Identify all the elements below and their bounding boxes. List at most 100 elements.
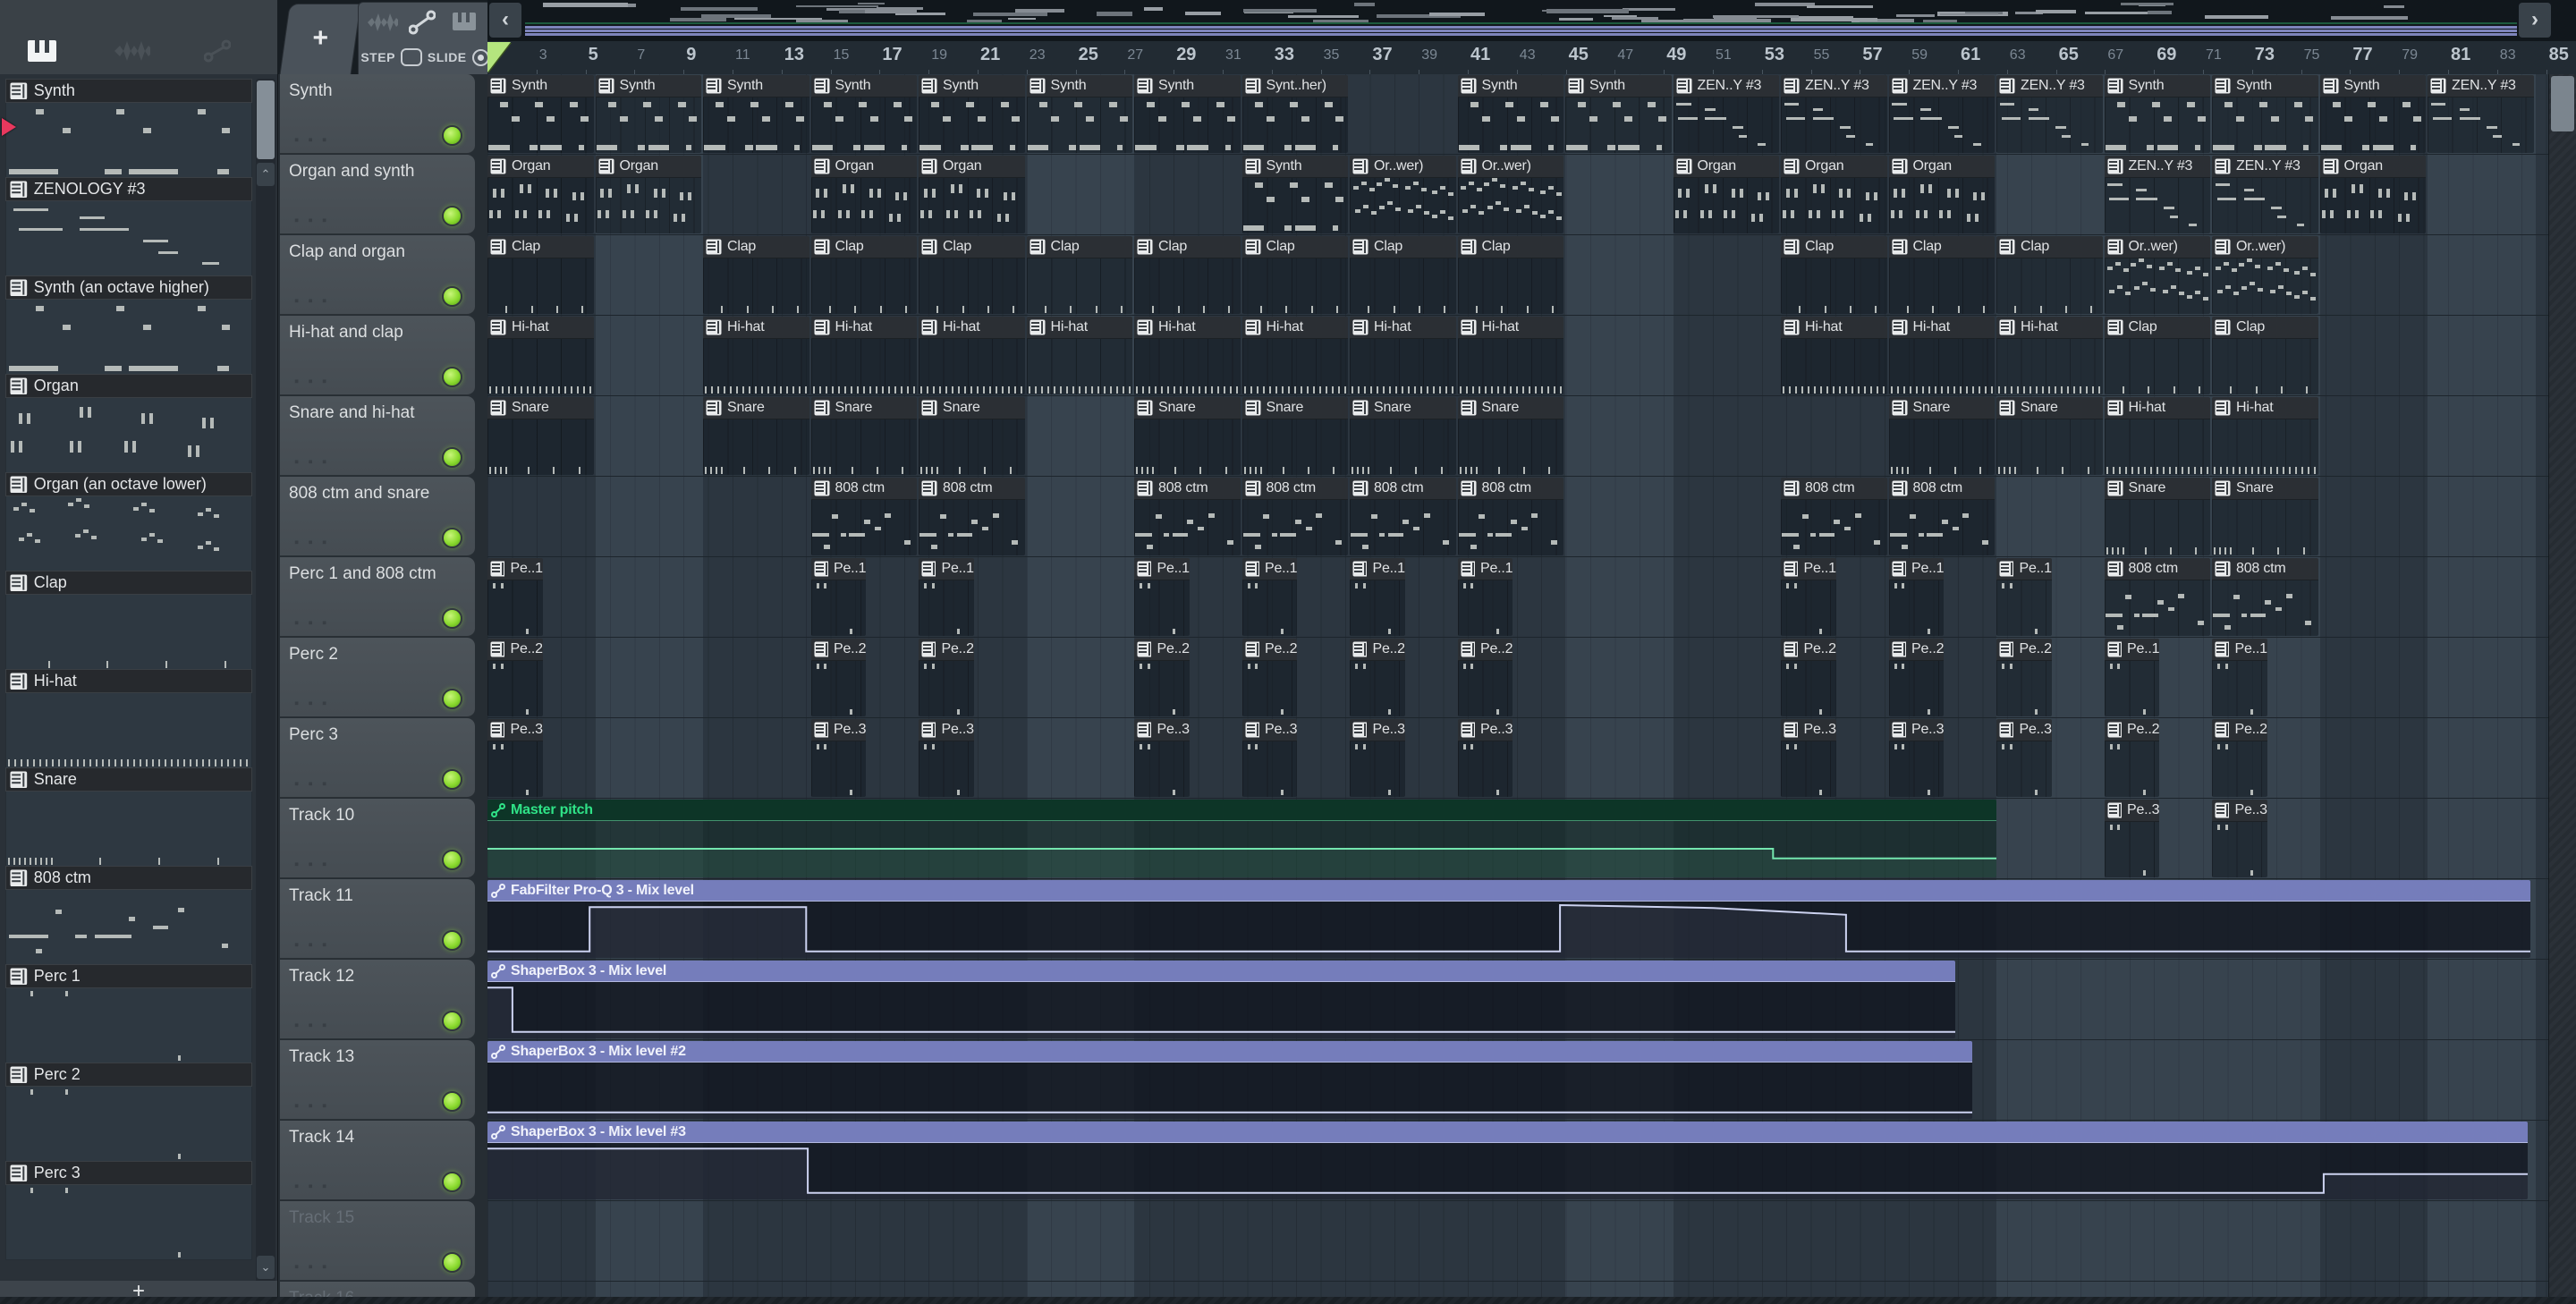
pattern-item-header[interactable]: Organ: [5, 374, 252, 398]
vertical-scrollbar[interactable]: [2548, 74, 2576, 1304]
pattern-clip-hihat[interactable]: Hi-hat: [1996, 317, 2103, 394]
pattern-clip-clap[interactable]: Clap: [1350, 236, 1456, 314]
pattern-clip-clap[interactable]: Clap: [2104, 317, 2210, 394]
pattern-clip-x808[interactable]: 808 ctm: [1888, 478, 1995, 555]
pattern-item-header[interactable]: ZENOLOGY #3: [5, 177, 252, 201]
pattern-clip-snare[interactable]: Snare: [703, 397, 809, 475]
clip-header[interactable]: Pe..2: [810, 639, 867, 661]
pattern-clip-snare[interactable]: Snare: [919, 397, 1025, 475]
piano-icon[interactable]: [452, 12, 477, 31]
pattern-clip-zen[interactable]: ZEN..Y #3: [1781, 75, 1887, 153]
clip-header[interactable]: Snare: [2104, 478, 2210, 500]
clip-header[interactable]: Synth: [1241, 156, 1348, 178]
clip-header[interactable]: Pe..3: [1996, 719, 2052, 741]
clip-header[interactable]: Pe..3: [1134, 719, 1190, 741]
pattern-clip-perc[interactable]: Pe..3: [1996, 719, 2052, 797]
scroll-down-button[interactable]: ⌄: [257, 1256, 275, 1279]
pattern-clip-snare[interactable]: Snare: [487, 397, 594, 475]
pattern-clip-synth[interactable]: Synth: [703, 75, 809, 153]
pattern-clip-perc[interactable]: Pe..3: [1241, 719, 1298, 797]
clip-header[interactable]: Snare: [1350, 397, 1456, 419]
clip-header[interactable]: Organ: [1673, 156, 1779, 178]
clip-header[interactable]: Synth: [2319, 75, 2426, 97]
pattern-picker-scrollbar[interactable]: ⌃ ⌄: [256, 79, 275, 1295]
track-options-dots[interactable]: ▪ ▪ ▪: [294, 132, 329, 148]
clip-header[interactable]: ZEN..Y #3: [2428, 75, 2534, 97]
clip-header[interactable]: Pe..2: [1781, 639, 1836, 661]
pattern-item-header[interactable]: Organ (an octave lower): [5, 472, 252, 496]
clip-header[interactable]: Snare: [487, 397, 594, 419]
pattern-clip-synth[interactable]: Synth: [2319, 75, 2426, 153]
pattern-item-organ-an-octave-lower-[interactable]: Organ (an octave lower): [5, 472, 252, 572]
clip-header[interactable]: Hi-hat: [1888, 317, 1995, 339]
track-options-dots[interactable]: ▪ ▪ ▪: [294, 1179, 329, 1194]
track-options-dots[interactable]: ▪ ▪ ▪: [294, 776, 329, 792]
pattern-clip-hihat[interactable]: Hi-hat: [919, 317, 1025, 394]
clip-header[interactable]: ZEN..Y #3: [1673, 75, 1779, 97]
pattern-clip-synth[interactable]: Synth: [2212, 75, 2318, 153]
pattern-clip-clap[interactable]: Clap: [1134, 236, 1241, 314]
clip-header[interactable]: Snare: [1457, 397, 1563, 419]
clip-header[interactable]: Synth: [487, 75, 594, 97]
pattern-clip-perc[interactable]: Pe..3: [1781, 719, 1836, 797]
pattern-clip-synth[interactable]: Synth: [1565, 75, 1672, 153]
pattern-clip-synth[interactable]: Synth: [919, 75, 1025, 153]
track-mute-led[interactable]: [442, 367, 462, 387]
clip-header[interactable]: Organ: [919, 156, 1025, 178]
clip-header[interactable]: Synth: [1134, 75, 1241, 97]
clip-header[interactable]: Or..wer): [2212, 236, 2318, 258]
automation-clip[interactable]: ShaperBox 3 - Mix level #2: [487, 1041, 1972, 1119]
track-options-dots[interactable]: ▪ ▪ ▪: [294, 374, 329, 389]
pattern-clip-hihat[interactable]: Hi-hat: [1134, 317, 1241, 394]
clip-header[interactable]: Synth: [2212, 75, 2318, 97]
scrollbar-thumb[interactable]: [2551, 76, 2574, 131]
pattern-clip-perc[interactable]: Pe..2: [1241, 639, 1298, 716]
clip-header[interactable]: Pe..2: [1888, 639, 1945, 661]
clip-header[interactable]: Pe..1: [1241, 558, 1298, 580]
clip-header[interactable]: Or..wer): [1457, 156, 1563, 178]
clip-header[interactable]: Pe..2: [1996, 639, 2052, 661]
clip-header[interactable]: Clap: [1241, 236, 1348, 258]
clip-header[interactable]: ZEN..Y #3: [1996, 75, 2103, 97]
pattern-item-header[interactable]: Perc 1: [5, 964, 252, 988]
clip-header[interactable]: Organ: [810, 156, 917, 178]
track-options-dots[interactable]: ▪ ▪ ▪: [294, 454, 329, 470]
pattern-clip-snare[interactable]: Snare: [1350, 397, 1456, 475]
pattern-clip-snare[interactable]: Snare: [1996, 397, 2103, 475]
pattern-clip-hihat[interactable]: Hi-hat: [703, 317, 809, 394]
track-header-808-ctm-and-snare[interactable]: 808 ctm and snare ▪ ▪ ▪: [280, 477, 475, 556]
clip-header[interactable]: Clap: [1457, 236, 1563, 258]
pattern-clip-perc[interactable]: Pe..2: [1350, 639, 1405, 716]
pattern-clip-hihat[interactable]: Hi-hat: [1026, 317, 1132, 394]
clip-header[interactable]: Organ: [1888, 156, 1995, 178]
pattern-clip-perc[interactable]: Pe..1: [487, 558, 543, 636]
slide-radio[interactable]: [471, 48, 489, 66]
clip-header[interactable]: Synth: [703, 75, 809, 97]
pattern-clip-perc[interactable]: Pe..2: [1134, 639, 1190, 716]
pattern-clip-hihat[interactable]: Hi-hat: [1457, 317, 1563, 394]
clip-header[interactable]: Pe..1: [1888, 558, 1945, 580]
clip-header[interactable]: Pe..1: [2212, 639, 2267, 661]
track-header-track-14[interactable]: Track 14 ▪ ▪ ▪: [280, 1121, 475, 1200]
pattern-clip-snare[interactable]: Snare: [1888, 397, 1995, 475]
clip-header[interactable]: 808 ctm: [1241, 478, 1348, 500]
clip-header[interactable]: Hi-hat: [1134, 317, 1241, 339]
track-mute-led[interactable]: [442, 286, 462, 307]
pattern-clip-clap[interactable]: Clap: [487, 236, 594, 314]
pattern-clip-perc[interactable]: Pe..1: [1134, 558, 1190, 636]
pattern-clip-perc[interactable]: Pe..1: [1781, 558, 1836, 636]
track-options-dots[interactable]: ▪ ▪ ▪: [294, 615, 329, 631]
pattern-clip-orlow[interactable]: Or..wer): [2212, 236, 2318, 314]
pattern-item-organ[interactable]: Organ: [5, 374, 252, 473]
pattern-clip-x808[interactable]: 808 ctm: [2212, 558, 2318, 636]
track-header-track-12[interactable]: Track 12 ▪ ▪ ▪: [280, 960, 475, 1039]
pattern-item-header[interactable]: Clap: [5, 571, 252, 595]
automation-clip[interactable]: Master pitch: [487, 800, 1996, 877]
pattern-clip-clap[interactable]: Clap: [1241, 236, 1348, 314]
automation-clip-header[interactable]: FabFilter Pro-Q 3 - Mix level: [487, 880, 2530, 902]
pattern-clip-perc[interactable]: Pe..1: [1241, 558, 1298, 636]
clip-header[interactable]: 808 ctm: [1457, 478, 1563, 500]
pattern-item-header[interactable]: Perc 3: [5, 1161, 252, 1185]
pattern-clip-zen[interactable]: ZEN..Y #3: [2104, 156, 2210, 233]
pattern-clip-perc[interactable]: Pe..3: [1888, 719, 1945, 797]
